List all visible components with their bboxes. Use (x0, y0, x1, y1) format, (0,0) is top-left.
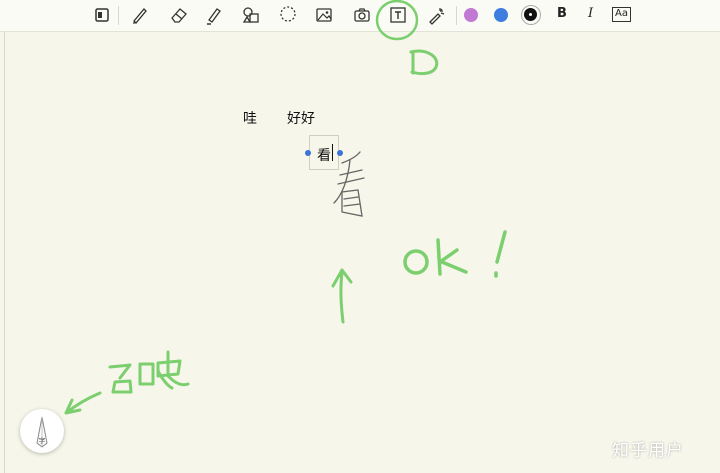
handwriting-layer (64, 0, 507, 415)
up-arrow-annotation (331, 268, 353, 324)
summon-annotation (108, 350, 190, 394)
circle-annotation (375, 0, 419, 41)
pencil-handwriting-kan (333, 151, 365, 217)
pen-nib-icon (36, 416, 48, 448)
pointing-arrow-annotation (64, 391, 102, 415)
watermark: 知乎用户 (612, 441, 684, 461)
floating-handwriting-button[interactable]: 字 (20, 409, 64, 453)
step-one-mark (409, 49, 439, 76)
float-button-label: 字 (38, 437, 46, 445)
ok-annotation (403, 230, 507, 278)
